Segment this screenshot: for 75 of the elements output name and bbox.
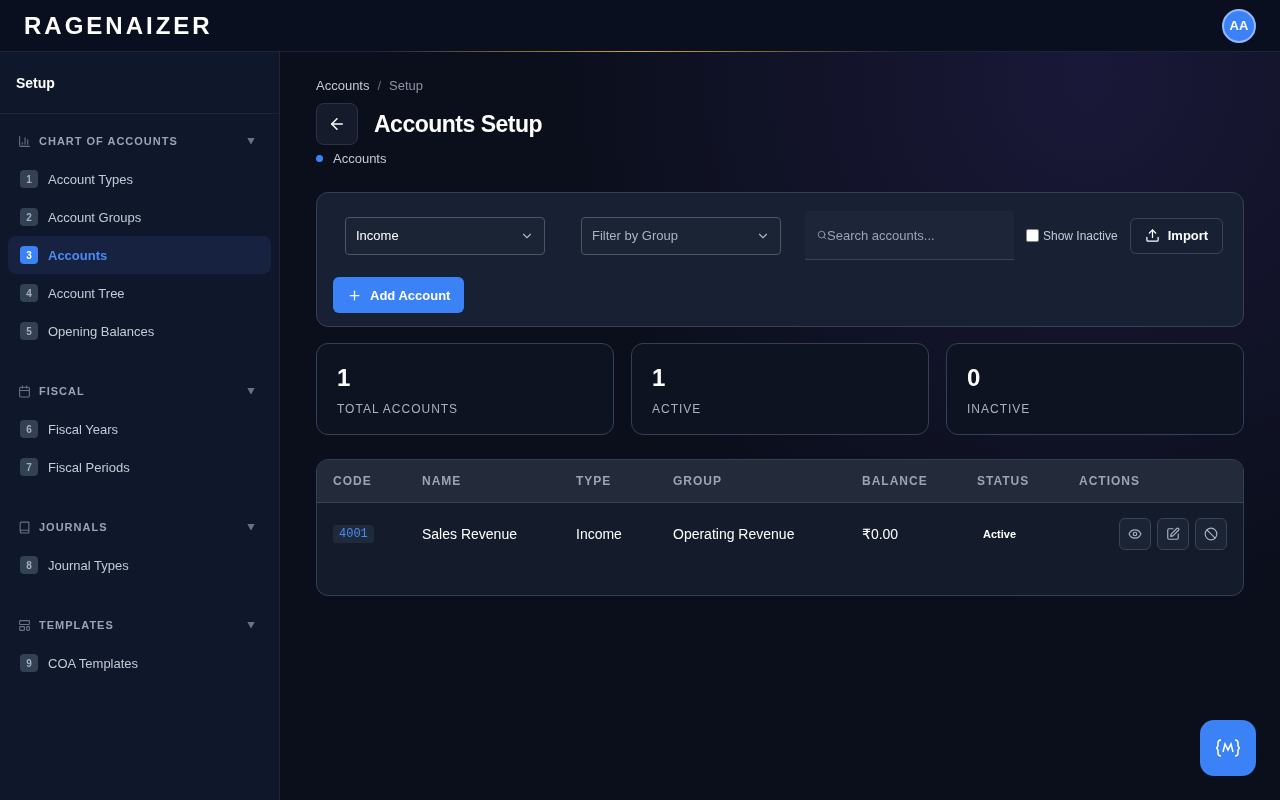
stat-value: 1 <box>652 364 667 392</box>
sidebar-item[interactable]: 4 Account Tree <box>8 274 271 312</box>
column-header: GROUP <box>673 474 723 488</box>
calendar-icon <box>18 384 31 398</box>
stat-label: ACTIVE <box>652 402 703 416</box>
section-heading[interactable]: TEMPLATES <box>39 619 239 631</box>
column-header: CODE <box>333 474 373 488</box>
assistant-icon <box>1216 738 1240 758</box>
sidebar-item[interactable]: 9 COA Templates <box>8 644 271 682</box>
section-heading[interactable]: FISCAL <box>39 385 239 397</box>
status-dot <box>316 155 323 162</box>
chart-icon <box>18 134 31 148</box>
layout-icon <box>18 618 31 632</box>
section-heading[interactable]: JOURNALS <box>39 521 239 533</box>
page-title: Accounts Setup <box>374 110 543 138</box>
edit-button[interactable] <box>1157 518 1189 550</box>
column-header: NAME <box>422 474 463 488</box>
step-number: 1 <box>20 170 38 188</box>
column-header: TYPE <box>576 474 613 488</box>
table-cell-text: Sales Revenue <box>422 526 518 542</box>
checkbox[interactable] <box>1026 229 1039 242</box>
book-icon <box>18 520 31 534</box>
section-heading[interactable]: CHART OF ACCOUNTS <box>39 135 239 147</box>
assistant-button[interactable] <box>1200 720 1256 776</box>
step-number: 5 <box>20 322 38 340</box>
breadcrumb-separator: / <box>377 78 382 93</box>
column-header: STATUS <box>977 474 1031 488</box>
group-select[interactable]: Filter by Group <box>581 216 781 255</box>
ban-icon <box>1204 527 1218 541</box>
table-cell-text: Income <box>576 526 623 542</box>
step-number: 6 <box>20 420 38 438</box>
step-number: 4 <box>20 284 38 302</box>
search-field[interactable]: Search accounts... <box>805 211 1014 260</box>
sidebar-item[interactable]: 1 Account Types <box>8 160 271 198</box>
back-button[interactable] <box>316 103 358 145</box>
sidebar-item[interactable]: 7 Fiscal Periods <box>8 448 271 486</box>
table-cell-text: Operating Revenue <box>673 526 796 542</box>
caret-icon[interactable] <box>247 523 255 531</box>
step-number: 3 <box>20 246 38 264</box>
eye-icon <box>1128 527 1142 541</box>
sidebar-item[interactable]: 3 Accounts <box>8 236 271 274</box>
step-number: 9 <box>20 654 38 672</box>
checkbox-label: Show Inactive <box>1043 228 1118 243</box>
step-number: 7 <box>20 458 38 476</box>
account-code: 4001 <box>333 525 374 543</box>
breadcrumb-link[interactable]: Accounts <box>316 78 370 93</box>
caret-icon[interactable] <box>247 621 255 629</box>
logo: RAGENAIZER <box>24 11 213 40</box>
stat-value: 0 <box>967 364 982 392</box>
user-avatar[interactable]: AA <box>1222 8 1256 43</box>
step-number: 2 <box>20 208 38 226</box>
upload-icon <box>1144 228 1160 243</box>
pencil-icon <box>1166 527 1180 541</box>
sidebar-title: Setup <box>16 74 55 91</box>
sidebar-item[interactable]: 2 Account Groups <box>8 198 271 236</box>
import-button[interactable]: Import <box>1129 217 1224 254</box>
sidebar-item[interactable]: 8 Journal Types <box>8 546 271 584</box>
column-header: ACTIONS <box>1079 474 1141 488</box>
page-subtitle: Accounts <box>333 151 387 166</box>
caret-icon[interactable] <box>247 387 255 395</box>
sidebar-item[interactable]: 6 Fiscal Years <box>8 410 271 448</box>
stat-label: TOTAL ACCOUNTS <box>337 402 460 416</box>
stat-value: 1 <box>337 364 352 392</box>
deactivate-button[interactable] <box>1195 518 1227 550</box>
status-label: Active <box>982 528 1018 540</box>
type-select[interactable]: Income <box>345 216 545 255</box>
sidebar-item[interactable]: 5 Opening Balances <box>8 312 271 350</box>
stat-label: INACTIVE <box>967 402 1032 416</box>
caret-icon[interactable] <box>247 137 255 145</box>
column-header: BALANCE <box>862 474 929 488</box>
view-button[interactable] <box>1119 518 1151 550</box>
plus-icon <box>347 287 362 303</box>
step-number: 8 <box>20 556 38 574</box>
table-cell-text: ₹0.00 <box>862 526 900 542</box>
add-account-button[interactable]: Add Account <box>333 277 465 313</box>
